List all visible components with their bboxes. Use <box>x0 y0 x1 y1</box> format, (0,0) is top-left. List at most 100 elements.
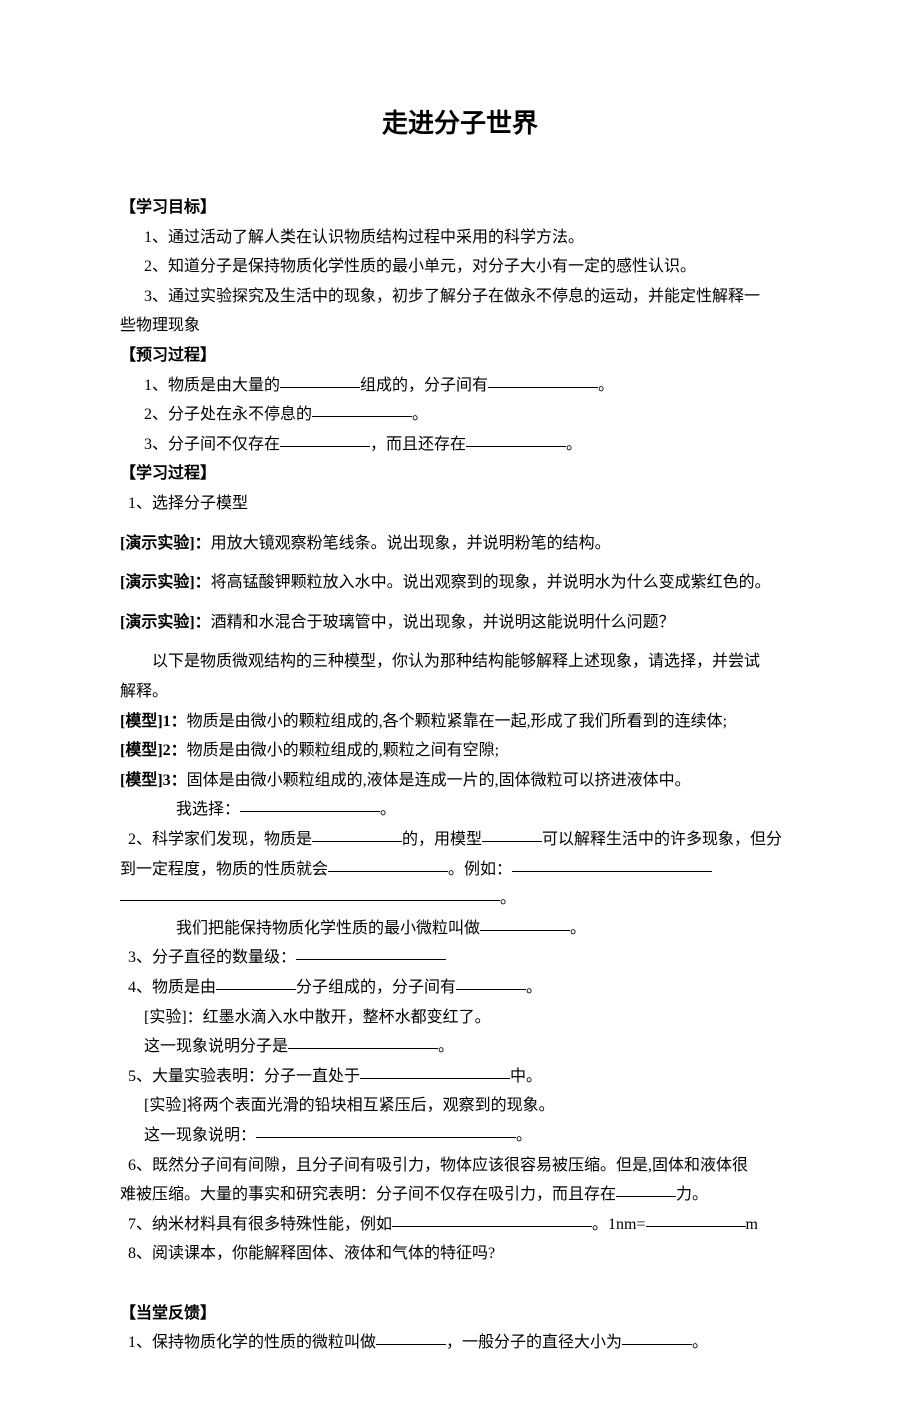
blank-q2-2[interactable] <box>482 826 542 842</box>
model-3-label: [模型]3： <box>120 772 187 789</box>
q7-a: 7、纳米材料具有很多特殊性能，例如 <box>128 1216 392 1233</box>
exp5-result: 这一现象说明： 。 <box>120 1121 800 1151</box>
model-1: [模型]1：物质是由微小的颗粒组成的,各个颗粒紧靠在一起,形成了我们所看到的连续… <box>120 707 800 737</box>
q2-g-a: 我们把能保持物质化学性质的最小微粒叫做 <box>176 920 480 937</box>
q2-a: 2、科学家们发现，物质是 <box>128 831 312 848</box>
q2-d: 到一定程度，物质的性质就会 <box>120 861 328 878</box>
blank-q6[interactable] <box>616 1181 676 1197</box>
q2-b: 的，用模型 <box>402 831 482 848</box>
fb1-a: 1、保持物质化学的性质的微粒叫做 <box>128 1334 376 1351</box>
model-2: [模型]2：物质是由微小的颗粒组成的,颗粒之间有空隙; <box>120 736 800 766</box>
q6-b: 难被压缩。大量的事实和研究表明：分子间不仅存在吸引力，而且存在 <box>120 1186 616 1203</box>
preview-1-c: 。 <box>598 377 614 394</box>
preview-3-b: ，而且还存在 <box>370 436 466 453</box>
q2-min-particle: 我们把能保持物质化学性质的最小微粒叫做 。 <box>120 914 800 944</box>
q6-line2: 难被压缩。大量的事实和研究表明：分子间不仅存在吸引力，而且存在 力。 <box>120 1180 800 1210</box>
preview-2: 2、分子处在永不停息的。 <box>120 400 800 430</box>
preview-1-b: 组成的，分子间有 <box>360 377 488 394</box>
preview-1-a: 1、物质是由大量的 <box>144 377 280 394</box>
section-preview-head: 【预习过程】 <box>120 341 800 371</box>
demo-exp-1-text: 用放大镜观察粉笔线条。说出现象，并说明粉笔的结构。 <box>211 535 611 552</box>
q4-c: 。 <box>526 979 542 996</box>
q4: 4、物质是由 分子组成的，分子间有 。 <box>120 973 800 1003</box>
exp5-r-b: 。 <box>516 1127 532 1144</box>
q3-a: 3、分子直径的数量级： <box>128 949 296 966</box>
q2-line1: 2、科学家们发现，物质是 的，用模型 可以解释生活中的许多现象，但分 <box>120 825 800 855</box>
q2-line2: 到一定程度，物质的性质就会 。例如： <box>120 855 800 885</box>
q3: 3、分子直径的数量级： <box>120 943 800 973</box>
blank-q2-6[interactable] <box>480 915 570 931</box>
blank-exp4[interactable] <box>288 1033 438 1049</box>
q5: 5、大量实验表明：分子一直处于 中。 <box>120 1062 800 1092</box>
model-intro-line2: 解释。 <box>120 677 800 707</box>
q7-b: 。1nm= <box>592 1216 645 1233</box>
q7-c: m <box>746 1216 758 1233</box>
exp4-result: 这一现象说明分子是 。 <box>120 1032 800 1062</box>
objective-1: 1、通过活动了解人类在认识物质结构过程中采用的科学方法。 <box>120 223 800 253</box>
blank-3b[interactable] <box>466 431 566 447</box>
model-1-label: [模型]1： <box>120 713 187 730</box>
model-1-text: 物质是由微小的颗粒组成的,各个颗粒紧靠在一起,形成了我们所看到的连续体; <box>187 713 727 730</box>
exp5-r-a: 这一现象说明： <box>144 1127 256 1144</box>
q2-e: 。例如： <box>448 861 512 878</box>
section-objectives-head: 【学习目标】 <box>120 193 800 223</box>
blank-q2-1[interactable] <box>312 826 402 842</box>
model-choose-a: 我选择： <box>176 801 240 818</box>
blank-exp5[interactable] <box>256 1122 516 1138</box>
model-2-label: [模型]2： <box>120 742 187 759</box>
feedback-1: 1、保持物质化学的性质的微粒叫做 ，一般分子的直径大小为 。 <box>120 1328 800 1358</box>
blank-fb1-1[interactable] <box>376 1329 446 1345</box>
blank-q2-3[interactable] <box>328 856 448 872</box>
blank-q4-2[interactable] <box>456 974 526 990</box>
demo-exp-3-label: [演示实验]： <box>120 614 211 631</box>
preview-3: 3、分子间不仅存在 ，而且还存在 。 <box>120 430 800 460</box>
q2-f: 。 <box>500 890 516 907</box>
model-choose: 我选择： 。 <box>120 795 800 825</box>
blank-q5[interactable] <box>360 1063 510 1079</box>
demo-exp-1: [演示实验]：用放大镜观察粉笔线条。说出现象，并说明粉笔的结构。 <box>120 529 800 559</box>
section-process-head: 【学习过程】 <box>120 459 800 489</box>
objective-2: 2、知道分子是保持物质化学性质的最小单元，对分子大小有一定的感性认识。 <box>120 252 800 282</box>
blank-3a[interactable] <box>280 431 370 447</box>
blank-1a[interactable] <box>280 372 360 388</box>
q7: 7、纳米材料具有很多特殊性能，例如 。1nm= m <box>120 1210 800 1240</box>
blank-q7-2[interactable] <box>646 1211 746 1227</box>
q8: 8、阅读课本，你能解释固体、液体和气体的特征吗? <box>120 1239 800 1269</box>
q5-a: 5、大量实验表明：分子一直处于 <box>128 1068 360 1085</box>
blank-q7-1[interactable] <box>392 1211 592 1227</box>
q4-a: 4、物质是由 <box>128 979 216 996</box>
q5-b: 中。 <box>510 1068 542 1085</box>
model-3-text: 固体是由微小颗粒组成的,液体是连成一片的,固体微粒可以挤进液体中。 <box>187 772 691 789</box>
objective-3-line1: 3、通过实验探究及生活中的现象，初步了解分子在做永不停息的运动，并能定性解释一 <box>120 282 800 312</box>
q2-c: 可以解释生活中的许多现象，但分 <box>542 831 782 848</box>
blank-q2-5[interactable] <box>120 885 500 901</box>
demo-exp-3-text: 酒精和水混合于玻璃管中，说出现象，并说明这能说明什么问题？ <box>211 614 675 631</box>
demo-exp-2-text: 将高锰酸钾颗粒放入水中。说出观察到的现象，并说明水为什么变成紫红色的。 <box>211 574 771 591</box>
q6-line1: 6、既然分子间有间隙，且分子间有吸引力，物体应该很容易被压缩。但是,固体和液体很 <box>120 1151 800 1181</box>
blank-fb1-2[interactable] <box>622 1329 692 1345</box>
demo-exp-2: [演示实验]：将高锰酸钾颗粒放入水中。说出观察到的现象，并说明水为什么变成紫红色… <box>120 568 800 598</box>
demo-exp-1-label: [演示实验]： <box>120 535 211 552</box>
fb1-b: ，一般分子的直径大小为 <box>446 1334 622 1351</box>
model-2-text: 物质是由微小的颗粒组成的,颗粒之间有空隙; <box>187 742 499 759</box>
demo-exp-3: [演示实验]：酒精和水混合于玻璃管中，说出现象，并说明这能说明什么问题？ <box>120 608 800 638</box>
section-feedback-head: 【当堂反馈】 <box>120 1299 800 1329</box>
exp4-r-b: 。 <box>438 1038 454 1055</box>
model-3: [模型]3：固体是由微小颗粒组成的,液体是连成一片的,固体微粒可以挤进液体中。 <box>120 766 800 796</box>
blank-2a[interactable] <box>312 401 412 417</box>
blank-choose[interactable] <box>240 796 380 812</box>
exp4: [实验]：红墨水滴入水中散开，整杯水都变红了。 <box>120 1003 800 1033</box>
blank-1b[interactable] <box>488 372 598 388</box>
q6-c: 力。 <box>676 1186 708 1203</box>
preview-3-a: 3、分子间不仅存在 <box>144 436 280 453</box>
exp4-r-a: 这一现象说明分子是 <box>144 1038 288 1055</box>
preview-3-c: 。 <box>566 436 582 453</box>
blank-q2-4[interactable] <box>512 856 712 872</box>
fb1-c: 。 <box>692 1334 708 1351</box>
q4-b: 分子组成的，分子间有 <box>296 979 456 996</box>
q2-g-b: 。 <box>570 920 586 937</box>
model-choose-b: 。 <box>380 801 396 818</box>
blank-q3[interactable] <box>296 944 446 960</box>
blank-q4-1[interactable] <box>216 974 296 990</box>
preview-2-b: 。 <box>412 406 428 423</box>
